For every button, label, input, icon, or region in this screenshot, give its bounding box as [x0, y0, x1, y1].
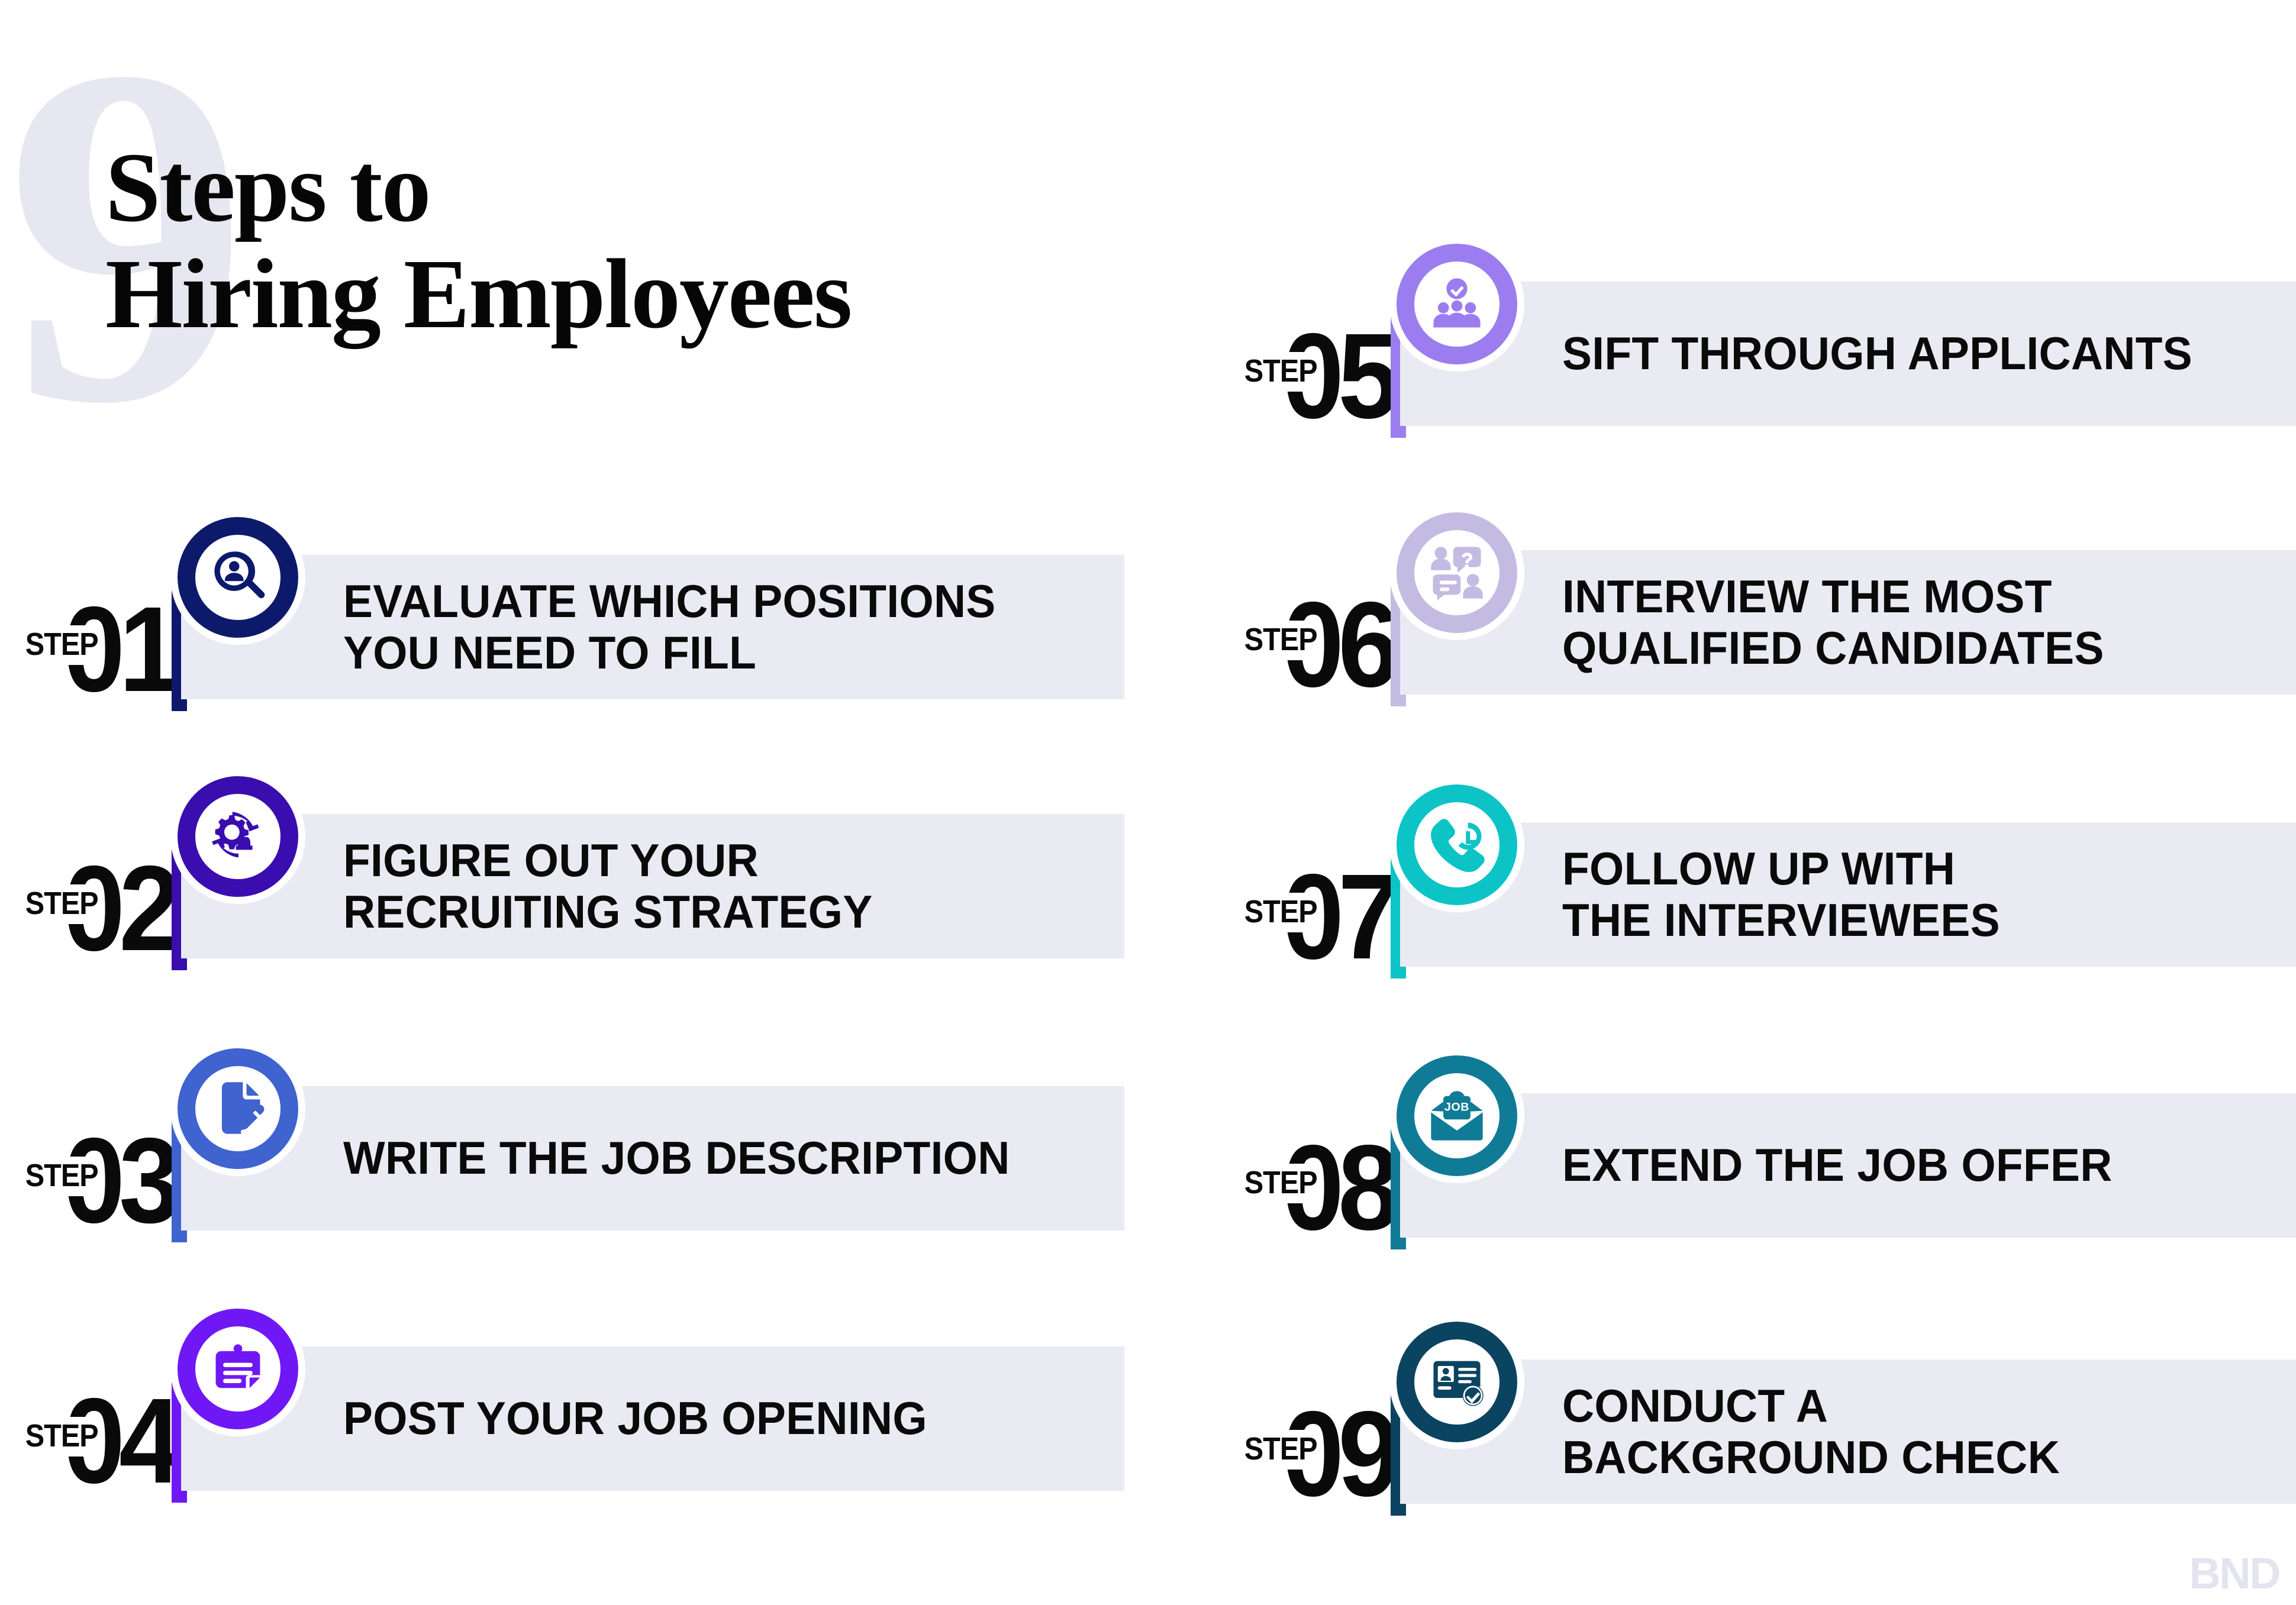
step-row-05: 05 STEP SIFT THROUGH APPLICANTS — [1219, 237, 2296, 443]
step-icon-circle-09[interactable] — [1389, 1315, 1524, 1449]
step-row-08: 08 STEP JOB EXTEND THE JOB OFFER — [1219, 1048, 2296, 1254]
step-icon-circle-06[interactable] — [1389, 505, 1524, 640]
job-envelope-icon: JOB — [1397, 1055, 1517, 1176]
step-label-03: WRITE THE JOB DESCRIPTION — [343, 1132, 1010, 1184]
step-label-05: SIFT THROUGH APPLICANTS — [1562, 327, 2192, 380]
step-row-07: 07 STEP FOLLOW UP WITH THE INTERVIEWEES — [1219, 777, 2296, 983]
step-row-02: 02 STEP FIGURE OUT YOUR RECRUITING STRAT… — [0, 769, 1124, 975]
gear-strategy-icon — [178, 776, 298, 897]
bnd-logo: BND — [2189, 1549, 2281, 1598]
envelope-job-text: JOB — [1444, 1101, 1469, 1114]
step-word-label: STEP — [1243, 1164, 1319, 1203]
step-label-04: POST YOUR JOB OPENING — [343, 1392, 927, 1445]
person-search-icon — [178, 517, 298, 638]
title-block: 9 Steps to Hiring Employees — [0, 0, 1184, 509]
page-title: Steps to Hiring Employees — [105, 133, 852, 349]
step-label-07: FOLLOW UP WITH THE INTERVIEWEES — [1562, 842, 2000, 946]
step-row-09: 09 STEP CONDUCT A BACKGROUND CHECK — [1219, 1315, 2296, 1520]
step-label-09: CONDUCT A BACKGROUND CHECK — [1562, 1379, 2060, 1483]
step-word-label: STEP — [1243, 1430, 1319, 1470]
step-word-label: STEP — [24, 1417, 100, 1457]
step-label-08: EXTEND THE JOB OFFER — [1562, 1139, 2113, 1191]
interview-qa-icon — [1397, 512, 1517, 633]
step-badge-08: 08 STEP — [1237, 1113, 1399, 1248]
phone-clock-icon — [1397, 784, 1517, 905]
step-badge-09: 09 STEP — [1237, 1380, 1399, 1514]
step-row-01: 01 STEP EVALUATE WHICH POSITIONS YOU NEE… — [0, 510, 1124, 716]
id-card-verified-icon — [1397, 1322, 1517, 1442]
step-word-label: STEP — [1243, 893, 1319, 932]
step-badge-05: 05 STEP — [1237, 302, 1399, 437]
step-row-06: 06 STEP INTERVIEW THE MOST QUALIFIED CAN… — [1219, 505, 2296, 711]
step-label-01: EVALUATE WHICH POSITIONS YOU NEED TO FIL… — [343, 574, 996, 679]
step-badge-02: 02 STEP — [18, 834, 180, 969]
step-word-label: STEP — [24, 1157, 100, 1196]
step-icon-circle-07[interactable] — [1389, 777, 1524, 912]
step-badge-03: 03 STEP — [18, 1106, 180, 1241]
step-icon-circle-03[interactable] — [170, 1041, 305, 1176]
step-label-06: INTERVIEW THE MOST QUALIFIED CANDIDATES — [1562, 570, 2104, 674]
step-badge-04: 04 STEP — [18, 1367, 180, 1501]
step-icon-circle-05[interactable] — [1389, 237, 1524, 372]
step-word-label: STEP — [1243, 621, 1319, 660]
step-row-04: 04 STEP POST YOUR JOB OPENING — [0, 1302, 1124, 1507]
step-icon-circle-02[interactable] — [170, 769, 305, 904]
step-badge-01: 01 STEP — [18, 575, 180, 710]
step-icon-circle-08[interactable]: JOB — [1389, 1048, 1524, 1183]
step-label-02: FIGURE OUT YOUR RECRUITING STRATEGY — [343, 834, 873, 938]
document-pencil-icon — [178, 1048, 298, 1169]
step-row-03: 03 STEP WRITE THE JOB DESCRIPTION — [0, 1041, 1124, 1247]
step-icon-circle-01[interactable] — [170, 510, 305, 645]
step-word-label: STEP — [1243, 352, 1319, 392]
step-word-label: STEP — [24, 884, 100, 924]
step-badge-07: 07 STEP — [1237, 842, 1399, 977]
step-word-label: STEP — [24, 625, 100, 665]
job-posting-card-icon — [178, 1309, 298, 1429]
people-check-icon — [1397, 244, 1517, 364]
step-icon-circle-04[interactable] — [170, 1302, 305, 1436]
step-badge-06: 06 STEP — [1237, 570, 1399, 705]
